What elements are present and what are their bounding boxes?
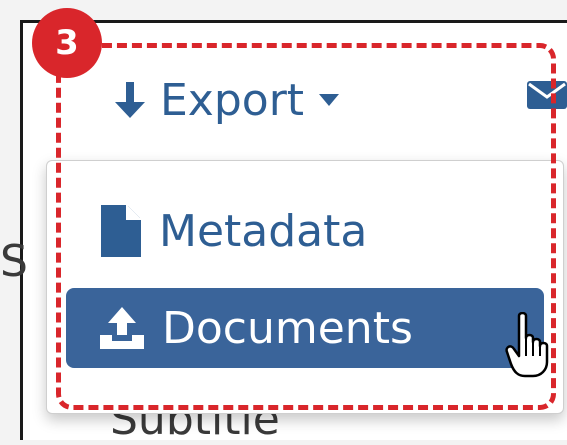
annotation-highlight-box — [56, 43, 556, 410]
background-text-fragment: S — [0, 236, 28, 287]
step-number-badge: 3 — [32, 8, 102, 78]
